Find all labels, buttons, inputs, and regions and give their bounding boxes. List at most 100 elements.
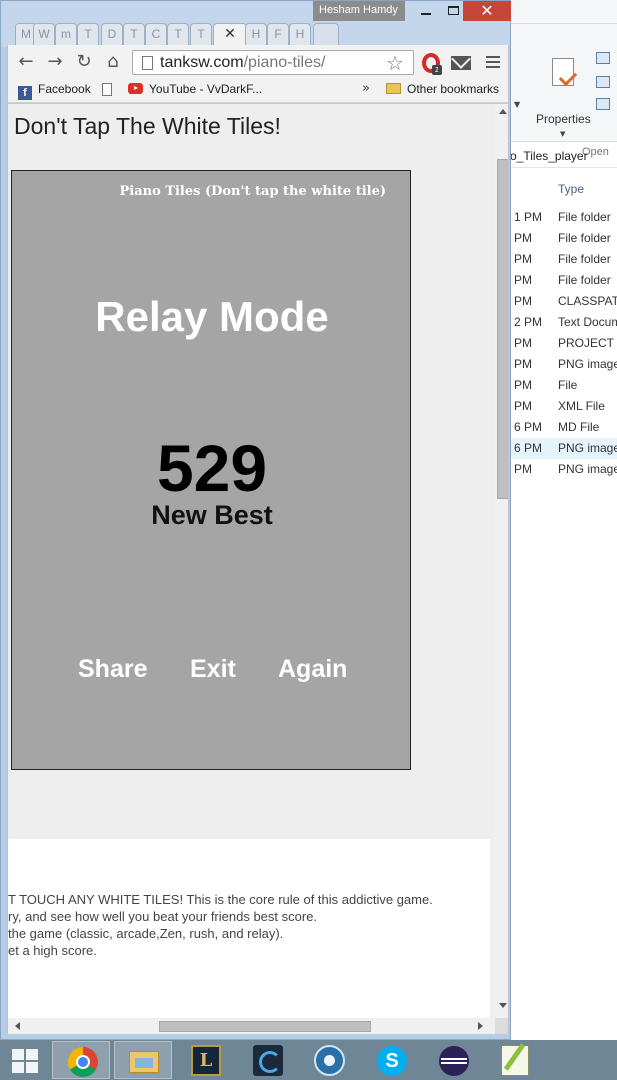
file-row[interactable]: PM XML File — [510, 396, 617, 417]
tab-label: H — [251, 27, 261, 41]
horizontal-scrollbar[interactable] — [8, 1018, 495, 1034]
close-tab-icon[interactable]: ✕ — [224, 25, 236, 41]
file-row[interactable]: PM File folder — [510, 270, 617, 291]
title-bar[interactable]: Hesham Hamdy ✕ M W m T D T C T T ✕ H F H — [1, 1, 511, 47]
horizontal-scroll-thumb[interactable] — [159, 1021, 371, 1032]
page-bookmark-icon[interactable] — [102, 83, 112, 96]
properties-label: Properties — [536, 112, 591, 126]
extension-badge-icon: 1 — [432, 65, 442, 75]
edit-icon[interactable] — [596, 76, 610, 88]
folder-icon — [386, 83, 401, 94]
browser-tab[interactable]: m — [55, 23, 77, 45]
file-time: PM — [514, 231, 532, 245]
again-button[interactable]: Again — [278, 655, 347, 684]
history-icon[interactable] — [596, 98, 610, 110]
scroll-up-arrow-icon[interactable] — [499, 109, 507, 114]
mail-icon[interactable] — [451, 56, 471, 70]
file-row[interactable]: 1 PM File folder — [510, 207, 617, 228]
minimize-button[interactable] — [413, 1, 441, 21]
home-icon[interactable]: ⌂ — [101, 51, 125, 73]
share-button[interactable]: Share — [78, 655, 147, 684]
file-row-selected[interactable]: 6 PM PNG image — [510, 438, 617, 459]
open-icon[interactable] — [596, 52, 610, 64]
tab-label: T — [197, 27, 205, 41]
taskbar-eclipse[interactable] — [424, 1041, 482, 1079]
taskbar: L S — [0, 1040, 617, 1080]
file-row[interactable]: PM CLASSPATH — [510, 291, 617, 312]
scroll-left-arrow-icon[interactable] — [15, 1022, 20, 1030]
forward-arrow-icon[interactable]: → — [43, 51, 67, 73]
other-bookmarks[interactable]: Other bookmarks — [386, 82, 499, 100]
minimize-icon — [421, 13, 431, 15]
more-bookmarks-chevron-icon[interactable]: » — [362, 81, 370, 96]
file-row[interactable]: PM File folder — [510, 249, 617, 270]
taskbar-league-of-legends[interactable]: L — [176, 1041, 234, 1079]
description-line: T TOUCH ANY WHITE TILES! This is the cor… — [8, 892, 433, 907]
exit-button[interactable]: Exit — [190, 655, 236, 684]
explorer-ribbon-tabs — [510, 0, 617, 24]
back-arrow-icon[interactable]: ← — [14, 51, 38, 73]
taskbar-notepad-plus-plus[interactable] — [486, 1041, 544, 1079]
file-type: File — [558, 378, 578, 392]
scroll-down-arrow-icon[interactable] — [499, 1003, 507, 1008]
browser-tab[interactable]: T — [77, 23, 99, 45]
browser-tab[interactable]: F — [267, 23, 289, 45]
bookmark-facebook[interactable]: f Facebook — [18, 82, 91, 100]
vertical-scrollbar[interactable] — [495, 104, 508, 1018]
file-explorer-icon — [129, 1051, 159, 1073]
taskbar-chrome[interactable] — [52, 1041, 110, 1079]
game-canvas[interactable]: Piano Tiles (Don't tap the white tile) R… — [11, 170, 411, 770]
description-card: T TOUCH ANY WHITE TILES! This is the cor… — [8, 839, 490, 1034]
file-row[interactable]: 2 PM Text Docum — [510, 312, 617, 333]
taskbar-blitz[interactable] — [238, 1041, 296, 1079]
bookmark-star-icon[interactable]: ☆ — [386, 51, 404, 75]
tab-label: H — [295, 27, 305, 41]
game-title: Piano Tiles (Don't tap the white tile) — [119, 184, 387, 199]
vertical-scroll-thumb[interactable] — [497, 159, 508, 499]
profile-name[interactable]: Hesham Hamdy — [313, 1, 405, 21]
reload-icon[interactable]: ↻ — [72, 51, 96, 73]
column-header-type[interactable]: Type — [510, 178, 617, 200]
hamburger-menu-icon[interactable] — [486, 56, 500, 68]
explorer-address-bar[interactable]: o_Tiles_player — [510, 146, 617, 168]
browser-tab[interactable]: T — [190, 23, 212, 45]
start-button[interactable] — [0, 1041, 50, 1079]
file-row[interactable]: PM PNG image — [510, 459, 617, 480]
file-row[interactable]: PM File — [510, 375, 617, 396]
file-type: Text Docum — [558, 315, 617, 329]
file-row[interactable]: PM File folder — [510, 228, 617, 249]
properties-button[interactable]: Properties ▼ — [536, 52, 592, 140]
browser-tab[interactable]: T — [167, 23, 189, 45]
bookmark-label: Other bookmarks — [407, 82, 500, 96]
file-time: 6 PM — [514, 420, 543, 434]
scroll-right-arrow-icon[interactable] — [478, 1022, 483, 1030]
game-mode-title: Relay Mode — [95, 293, 329, 340]
browser-tab[interactable]: T — [123, 23, 145, 45]
file-row[interactable]: PM PROJECT Fi — [510, 333, 617, 354]
taskbar-battle-net[interactable] — [300, 1041, 358, 1079]
address-bar[interactable]: tanksw.com/piano-tiles/ ☆ — [132, 50, 414, 75]
browser-tab-active[interactable]: ✕ — [213, 23, 247, 45]
browser-tab[interactable]: H — [289, 23, 311, 45]
new-best-label: New Best — [151, 500, 273, 530]
explorer-ribbon: ▼ Properties ▼ Open — [510, 24, 617, 158]
file-explorer-window: ▼ Properties ▼ Open o_Tiles_player Type … — [510, 0, 617, 1040]
windows-logo-icon — [12, 1049, 38, 1073]
taskbar-skype[interactable]: S — [362, 1041, 420, 1079]
browser-tab[interactable]: W — [33, 23, 55, 45]
file-type: PNG image — [558, 441, 617, 455]
browser-tab[interactable]: H — [245, 23, 267, 45]
browser-tab[interactable]: C — [145, 23, 167, 45]
close-window-button[interactable]: ✕ — [463, 1, 511, 21]
chevron-down-icon[interactable]: ▼ — [514, 100, 520, 109]
taskbar-file-explorer[interactable] — [114, 1041, 172, 1079]
description-line: et a high score. — [8, 943, 97, 958]
file-row[interactable]: 6 PM MD File — [510, 417, 617, 438]
bookmark-youtube[interactable]: YouTube - VvDarkF... — [128, 82, 262, 100]
bookmarks-bar: f Facebook YouTube - VvDarkF... » Other b… — [7, 79, 509, 103]
new-tab-button[interactable] — [313, 23, 339, 45]
file-time: 6 PM — [514, 441, 543, 455]
browser-tab[interactable]: D — [101, 23, 123, 45]
file-row[interactable]: PM PNG image — [510, 354, 617, 375]
tab-label: W — [38, 27, 50, 41]
